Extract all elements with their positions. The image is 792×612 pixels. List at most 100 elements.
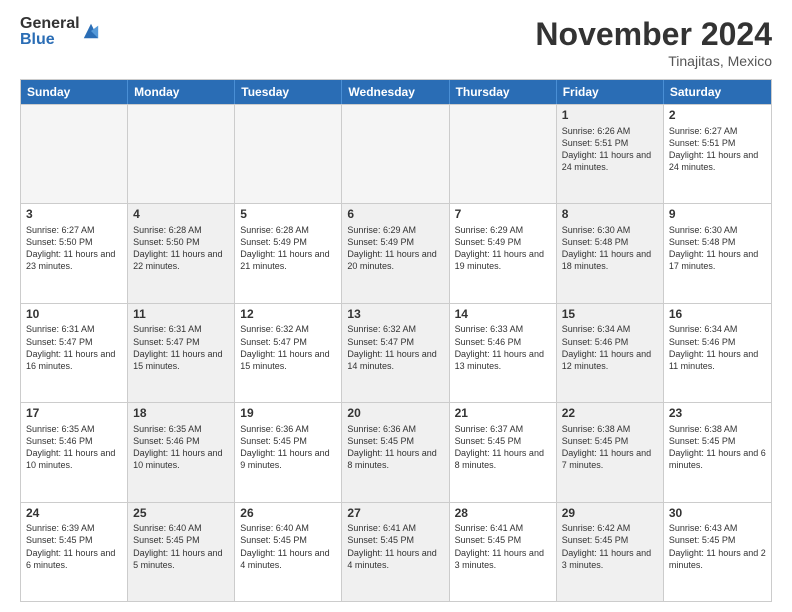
calendar-cell-25: 25Sunrise: 6:40 AMSunset: 5:45 PMDayligh… xyxy=(128,503,235,601)
cell-info: Sunrise: 6:31 AMSunset: 5:47 PMDaylight:… xyxy=(26,323,122,372)
day-number: 27 xyxy=(347,506,443,522)
calendar-cell-19: 19Sunrise: 6:36 AMSunset: 5:45 PMDayligh… xyxy=(235,403,342,501)
cell-info: Sunrise: 6:40 AMSunset: 5:45 PMDaylight:… xyxy=(133,522,229,571)
calendar-row-0: 1Sunrise: 6:26 AMSunset: 5:51 PMDaylight… xyxy=(21,104,771,203)
weekday-header-saturday: Saturday xyxy=(664,80,771,104)
weekday-header-monday: Monday xyxy=(128,80,235,104)
day-number: 30 xyxy=(669,506,766,522)
logo-general: General xyxy=(20,16,80,32)
day-number: 26 xyxy=(240,506,336,522)
calendar-row-3: 17Sunrise: 6:35 AMSunset: 5:46 PMDayligh… xyxy=(21,402,771,501)
calendar-cell-18: 18Sunrise: 6:35 AMSunset: 5:46 PMDayligh… xyxy=(128,403,235,501)
cell-info: Sunrise: 6:26 AMSunset: 5:51 PMDaylight:… xyxy=(562,125,658,174)
logo-icon xyxy=(82,22,100,40)
header: General Blue November 2024 Tinajitas, Me… xyxy=(20,16,772,69)
calendar-cell-2: 2Sunrise: 6:27 AMSunset: 5:51 PMDaylight… xyxy=(664,105,771,203)
cell-info: Sunrise: 6:41 AMSunset: 5:45 PMDaylight:… xyxy=(455,522,551,571)
weekday-header-friday: Friday xyxy=(557,80,664,104)
calendar-cell-5: 5Sunrise: 6:28 AMSunset: 5:49 PMDaylight… xyxy=(235,204,342,302)
weekday-header-tuesday: Tuesday xyxy=(235,80,342,104)
location: Tinajitas, Mexico xyxy=(535,53,772,69)
calendar-cell-empty-3 xyxy=(342,105,449,203)
day-number: 22 xyxy=(562,406,658,422)
cell-info: Sunrise: 6:42 AMSunset: 5:45 PMDaylight:… xyxy=(562,522,658,571)
calendar-cell-29: 29Sunrise: 6:42 AMSunset: 5:45 PMDayligh… xyxy=(557,503,664,601)
cell-info: Sunrise: 6:40 AMSunset: 5:45 PMDaylight:… xyxy=(240,522,336,571)
calendar-cell-24: 24Sunrise: 6:39 AMSunset: 5:45 PMDayligh… xyxy=(21,503,128,601)
day-number: 25 xyxy=(133,506,229,522)
cell-info: Sunrise: 6:31 AMSunset: 5:47 PMDaylight:… xyxy=(133,323,229,372)
calendar-cell-17: 17Sunrise: 6:35 AMSunset: 5:46 PMDayligh… xyxy=(21,403,128,501)
cell-info: Sunrise: 6:33 AMSunset: 5:46 PMDaylight:… xyxy=(455,323,551,372)
cell-info: Sunrise: 6:30 AMSunset: 5:48 PMDaylight:… xyxy=(562,224,658,273)
day-number: 8 xyxy=(562,207,658,223)
day-number: 13 xyxy=(347,307,443,323)
cell-info: Sunrise: 6:38 AMSunset: 5:45 PMDaylight:… xyxy=(562,423,658,472)
calendar-cell-23: 23Sunrise: 6:38 AMSunset: 5:45 PMDayligh… xyxy=(664,403,771,501)
day-number: 2 xyxy=(669,108,766,124)
calendar-row-1: 3Sunrise: 6:27 AMSunset: 5:50 PMDaylight… xyxy=(21,203,771,302)
calendar-cell-9: 9Sunrise: 6:30 AMSunset: 5:48 PMDaylight… xyxy=(664,204,771,302)
day-number: 11 xyxy=(133,307,229,323)
cell-info: Sunrise: 6:32 AMSunset: 5:47 PMDaylight:… xyxy=(347,323,443,372)
day-number: 29 xyxy=(562,506,658,522)
cell-info: Sunrise: 6:41 AMSunset: 5:45 PMDaylight:… xyxy=(347,522,443,571)
calendar-row-2: 10Sunrise: 6:31 AMSunset: 5:47 PMDayligh… xyxy=(21,303,771,402)
cell-info: Sunrise: 6:36 AMSunset: 5:45 PMDaylight:… xyxy=(347,423,443,472)
calendar-cell-14: 14Sunrise: 6:33 AMSunset: 5:46 PMDayligh… xyxy=(450,304,557,402)
calendar-body: 1Sunrise: 6:26 AMSunset: 5:51 PMDaylight… xyxy=(21,104,771,601)
calendar-cell-12: 12Sunrise: 6:32 AMSunset: 5:47 PMDayligh… xyxy=(235,304,342,402)
day-number: 7 xyxy=(455,207,551,223)
calendar-cell-15: 15Sunrise: 6:34 AMSunset: 5:46 PMDayligh… xyxy=(557,304,664,402)
cell-info: Sunrise: 6:38 AMSunset: 5:45 PMDaylight:… xyxy=(669,423,766,472)
calendar-cell-7: 7Sunrise: 6:29 AMSunset: 5:49 PMDaylight… xyxy=(450,204,557,302)
calendar-cell-10: 10Sunrise: 6:31 AMSunset: 5:47 PMDayligh… xyxy=(21,304,128,402)
calendar-row-4: 24Sunrise: 6:39 AMSunset: 5:45 PMDayligh… xyxy=(21,502,771,601)
calendar-cell-1: 1Sunrise: 6:26 AMSunset: 5:51 PMDaylight… xyxy=(557,105,664,203)
cell-info: Sunrise: 6:29 AMSunset: 5:49 PMDaylight:… xyxy=(347,224,443,273)
calendar-cell-28: 28Sunrise: 6:41 AMSunset: 5:45 PMDayligh… xyxy=(450,503,557,601)
day-number: 24 xyxy=(26,506,122,522)
cell-info: Sunrise: 6:34 AMSunset: 5:46 PMDaylight:… xyxy=(669,323,766,372)
day-number: 10 xyxy=(26,307,122,323)
day-number: 9 xyxy=(669,207,766,223)
calendar-cell-empty-0 xyxy=(21,105,128,203)
cell-info: Sunrise: 6:36 AMSunset: 5:45 PMDaylight:… xyxy=(240,423,336,472)
calendar: SundayMondayTuesdayWednesdayThursdayFrid… xyxy=(20,79,772,602)
logo-blue: Blue xyxy=(20,32,80,48)
calendar-cell-27: 27Sunrise: 6:41 AMSunset: 5:45 PMDayligh… xyxy=(342,503,449,601)
calendar-cell-16: 16Sunrise: 6:34 AMSunset: 5:46 PMDayligh… xyxy=(664,304,771,402)
cell-info: Sunrise: 6:43 AMSunset: 5:45 PMDaylight:… xyxy=(669,522,766,571)
cell-info: Sunrise: 6:28 AMSunset: 5:49 PMDaylight:… xyxy=(240,224,336,273)
day-number: 14 xyxy=(455,307,551,323)
calendar-cell-3: 3Sunrise: 6:27 AMSunset: 5:50 PMDaylight… xyxy=(21,204,128,302)
calendar-cell-6: 6Sunrise: 6:29 AMSunset: 5:49 PMDaylight… xyxy=(342,204,449,302)
calendar-cell-empty-4 xyxy=(450,105,557,203)
day-number: 18 xyxy=(133,406,229,422)
month-title: November 2024 xyxy=(535,16,772,53)
day-number: 16 xyxy=(669,307,766,323)
weekday-header-sunday: Sunday xyxy=(21,80,128,104)
cell-info: Sunrise: 6:27 AMSunset: 5:50 PMDaylight:… xyxy=(26,224,122,273)
cell-info: Sunrise: 6:37 AMSunset: 5:45 PMDaylight:… xyxy=(455,423,551,472)
day-number: 4 xyxy=(133,207,229,223)
calendar-cell-22: 22Sunrise: 6:38 AMSunset: 5:45 PMDayligh… xyxy=(557,403,664,501)
cell-info: Sunrise: 6:27 AMSunset: 5:51 PMDaylight:… xyxy=(669,125,766,174)
calendar-cell-21: 21Sunrise: 6:37 AMSunset: 5:45 PMDayligh… xyxy=(450,403,557,501)
calendar-header: SundayMondayTuesdayWednesdayThursdayFrid… xyxy=(21,80,771,104)
day-number: 20 xyxy=(347,406,443,422)
cell-info: Sunrise: 6:39 AMSunset: 5:45 PMDaylight:… xyxy=(26,522,122,571)
calendar-cell-empty-1 xyxy=(128,105,235,203)
day-number: 28 xyxy=(455,506,551,522)
day-number: 6 xyxy=(347,207,443,223)
calendar-cell-26: 26Sunrise: 6:40 AMSunset: 5:45 PMDayligh… xyxy=(235,503,342,601)
day-number: 17 xyxy=(26,406,122,422)
calendar-cell-empty-2 xyxy=(235,105,342,203)
day-number: 15 xyxy=(562,307,658,323)
weekday-header-wednesday: Wednesday xyxy=(342,80,449,104)
calendar-cell-4: 4Sunrise: 6:28 AMSunset: 5:50 PMDaylight… xyxy=(128,204,235,302)
cell-info: Sunrise: 6:28 AMSunset: 5:50 PMDaylight:… xyxy=(133,224,229,273)
day-number: 5 xyxy=(240,207,336,223)
day-number: 23 xyxy=(669,406,766,422)
cell-info: Sunrise: 6:29 AMSunset: 5:49 PMDaylight:… xyxy=(455,224,551,273)
